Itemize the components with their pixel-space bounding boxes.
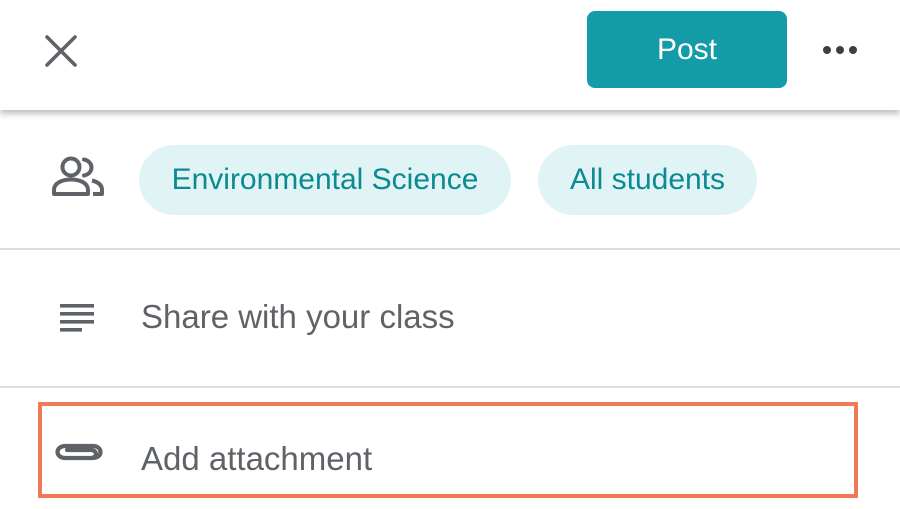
notes-icon xyxy=(50,290,106,346)
post-button[interactable]: Post xyxy=(587,11,787,88)
more-options-button[interactable] xyxy=(812,28,868,72)
people-icon xyxy=(50,150,106,206)
create-post-screen: Post Environmental Science All students xyxy=(0,0,900,509)
more-horizontal-icon xyxy=(823,46,857,54)
add-attachment-row[interactable]: Add attachment xyxy=(0,388,900,509)
close-button[interactable] xyxy=(36,26,86,76)
paperclip-icon xyxy=(50,424,106,480)
add-attachment-label: Add attachment xyxy=(141,440,373,477)
class-chip[interactable]: Environmental Science xyxy=(139,145,511,215)
share-row[interactable]: Share with your class xyxy=(0,250,900,388)
close-icon xyxy=(45,35,77,67)
students-chip[interactable]: All students xyxy=(538,145,757,215)
top-app-bar: Post xyxy=(0,0,900,110)
share-with-class-input[interactable]: Share with your class xyxy=(141,298,455,336)
audience-row: Environmental Science All students xyxy=(0,110,900,250)
